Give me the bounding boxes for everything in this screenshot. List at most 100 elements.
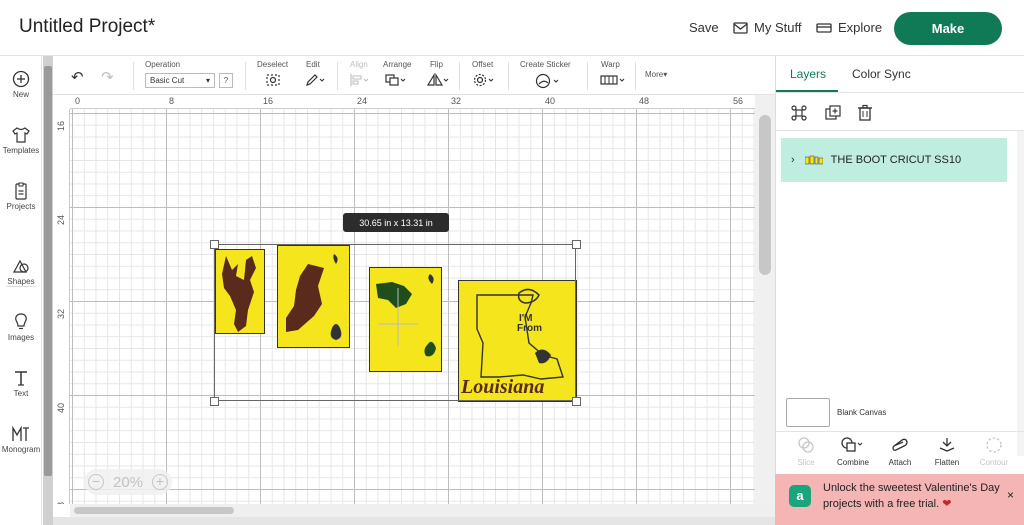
sidebar-item-templates[interactable]: Templates [0,126,42,155]
toolbar-divider [635,62,636,90]
ruler-left-tick: 40 [56,402,66,413]
blank-canvas-label: Blank Canvas [837,408,887,417]
my-stuff-label: My Stuff [754,20,802,35]
toolbar-divider [245,62,246,90]
left-scrollbar-thumb[interactable] [44,66,52,476]
toolbar-divider [508,62,509,90]
tshirt-icon [12,127,30,143]
trash-icon[interactable] [856,104,874,122]
ruler-left-tick: 8 [56,502,66,504]
flip-icon[interactable] [426,73,450,87]
ruler-top-tick: 48 [639,96,650,106]
canvas-vertical-scrollbar-thumb[interactable] [759,115,771,275]
actions-divider [776,130,1024,131]
toolbar-divider [587,62,588,90]
save-button[interactable]: Save [689,20,719,35]
envelope-icon [733,21,748,34]
ruler-left: 16 24 32 40 8 [53,109,70,504]
undo-icon[interactable]: ↶ [71,68,84,86]
blank-canvas-swatch[interactable] [786,398,830,427]
offset-icon[interactable] [472,73,496,87]
warp-icon[interactable] [599,73,627,87]
sticker-icon[interactable] [535,73,561,89]
canvas-horizontal-scrollbar[interactable] [70,504,775,517]
sidebar-label-shapes: Shapes [7,277,35,286]
attach-button[interactable]: Attach [878,436,922,467]
resize-handle-top-left[interactable] [210,240,219,249]
sidebar-item-images[interactable]: Images [0,313,42,342]
promo-banner[interactable]: a Unlock the sweetest Valentine's Day pr… [775,474,1024,525]
sidebar-item-monogram[interactable]: Monogram [0,425,42,454]
selection-box[interactable] [214,244,576,401]
operation-value: Basic Cut [150,76,185,85]
ruler-corner [53,95,70,109]
tabs-divider [776,92,1024,93]
text-icon [15,371,27,386]
bottom-strip [53,517,775,525]
ruler-top-tick: 24 [357,96,368,106]
redo-icon[interactable]: ↷ [101,68,114,86]
more-button[interactable]: More▾ [645,70,667,79]
group-icon[interactable] [790,104,808,122]
flatten-label: Flatten [934,458,960,467]
sidebar-label-text: Text [13,389,29,398]
operation-help-button[interactable]: ? [219,73,233,88]
promo-close-button[interactable]: × [1007,488,1014,502]
combine-icon [841,437,863,452]
canvas-vertical-scrollbar[interactable] [755,95,775,504]
edit-label: Edit [306,60,320,69]
deselect-icon[interactable] [265,73,281,87]
align-icon[interactable] [349,73,371,87]
ruler-top-tick: 16 [263,96,274,106]
operation-select[interactable]: Basic Cut ▾ [145,73,215,88]
promo-text-block: Unlock the sweetest Valentine's Day proj… [823,480,1003,512]
flip-label: Flip [430,60,443,69]
sidebar-item-new[interactable]: New [0,70,42,99]
sidebar-item-text[interactable]: Text [0,369,42,398]
slice-label: Slice [797,458,815,467]
chevron-right-icon[interactable]: › [791,154,795,166]
arrange-icon[interactable] [384,73,408,87]
flatten-button[interactable]: Flatten [925,436,969,467]
resize-handle-bottom-right[interactable] [572,397,581,406]
toolbar-divider [459,62,460,90]
ruler-top-tick: 8 [169,96,175,106]
ruler-left-tick: 16 [56,120,66,131]
clipboard-icon [15,182,27,200]
layer-item[interactable]: › THE BOOT CRICUT SS10 [781,138,1007,182]
resize-handle-bottom-left[interactable] [210,397,219,406]
tab-layers[interactable]: Layers [790,67,826,81]
toolbar-divider [133,62,134,90]
canvas-horizontal-scrollbar-thumb[interactable] [74,507,234,514]
sidebar-label-new: New [12,90,29,99]
my-stuff-button[interactable]: My Stuff [733,20,801,35]
project-title[interactable]: Untitled Project* [19,16,155,38]
contour-button[interactable]: Contour [972,436,1016,467]
sidebar-item-projects[interactable]: Projects [0,182,42,211]
zoom-in-button[interactable]: + [152,474,168,490]
plus-circle-icon [12,70,30,88]
dimensions-tooltip: 30.65 in x 13.31 in [343,213,449,232]
explore-icon [816,22,832,33]
align-label: Align [350,60,368,69]
tab-color-sync[interactable]: Color Sync [852,67,911,81]
combine-button[interactable]: Combine [831,436,875,467]
lightbulb-icon [15,313,27,330]
flatten-icon [939,438,955,452]
slice-button[interactable]: Slice [784,436,828,467]
explore-label: Explore [838,20,883,35]
sidebar-item-shapes[interactable]: Shapes [0,257,42,286]
contour-icon [986,437,1002,453]
left-sidebar: New Templates Projects Shapes Images Tex… [0,56,42,525]
ruler-top-tick: 56 [733,96,744,106]
resize-handle-top-right[interactable] [572,240,581,249]
deselect-label: Deselect [257,60,289,69]
duplicate-icon[interactable] [824,104,842,122]
zoom-out-button[interactable]: − [88,474,104,490]
left-scrollbar[interactable] [43,56,53,525]
pencil-icon[interactable] [305,73,327,87]
make-button[interactable]: Make [894,12,1002,45]
promo-text: Unlock the sweetest Valentine's Day proj… [823,482,1000,510]
layers-scrollbar[interactable] [1017,131,1024,456]
explore-button[interactable]: Explore [816,20,882,35]
